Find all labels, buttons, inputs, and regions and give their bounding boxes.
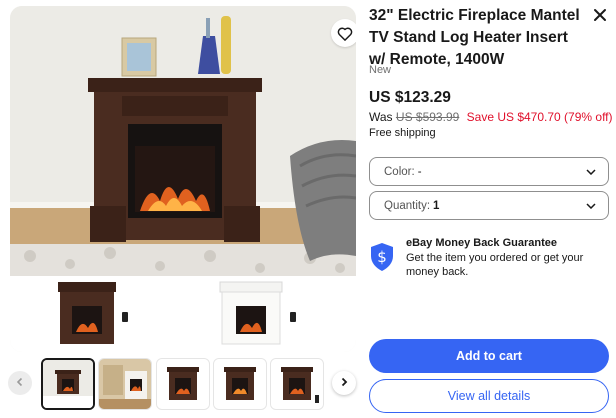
- item-condition: New: [369, 64, 392, 76]
- was-label: Was: [369, 110, 393, 124]
- thumbnail-2[interactable]: [98, 358, 152, 410]
- close-icon: [593, 8, 607, 27]
- thumbnail-image: [43, 360, 93, 408]
- next-image-button[interactable]: [332, 371, 356, 395]
- svg-text:$: $: [377, 248, 387, 266]
- view-all-details-button[interactable]: View all details: [369, 379, 609, 413]
- money-back-guarantee: $ eBay Money Back Guarantee Get the item…: [369, 236, 609, 286]
- add-to-cart-button[interactable]: Add to cart: [369, 339, 609, 373]
- chevron-down-icon: [586, 202, 596, 209]
- guarantee-title: eBay Money Back Guarantee: [406, 237, 558, 249]
- thumbnail-image: [157, 359, 209, 409]
- quantity-select-label: Quantity:: [384, 199, 431, 212]
- thumbnail-4[interactable]: [213, 358, 267, 410]
- shield-dollar-icon: $: [369, 242, 395, 277]
- wishlist-button[interactable]: [331, 19, 356, 47]
- guarantee-text: Get the item you ordered or get your mon…: [406, 252, 584, 278]
- chevron-right-icon: [339, 374, 349, 392]
- product-details-panel: 32" Electric Fireplace Mantel TV Stand L…: [369, 0, 614, 418]
- product-photo: [10, 6, 356, 352]
- quantity-select[interactable]: Quantity: 1: [369, 191, 609, 220]
- thumbnail-5[interactable]: [270, 358, 324, 410]
- original-price: US $593.99: [395, 110, 460, 124]
- color-select-label: Color:: [384, 165, 415, 178]
- thumbnail-1[interactable]: [41, 358, 95, 410]
- thumbnail-image: [99, 359, 151, 409]
- thumbnail-3[interactable]: [156, 358, 210, 410]
- thumbnail-image: [214, 359, 266, 409]
- product-title: 32" Electric Fireplace Mantel TV Stand L…: [369, 7, 580, 68]
- current-price: US $123.29: [369, 89, 451, 106]
- shipping-info: Free shipping: [369, 127, 436, 139]
- price-comparison: Was US $593.99 Save US $470.70 (79% off): [369, 110, 613, 124]
- quantity-select-value: 1: [433, 199, 440, 212]
- close-button[interactable]: [589, 6, 611, 28]
- chevron-down-icon: [586, 168, 596, 175]
- thumbnail-image: [271, 359, 323, 409]
- heart-icon: [337, 26, 353, 41]
- previous-image-button[interactable]: [8, 371, 32, 395]
- color-select[interactable]: Color: -: [369, 157, 609, 186]
- savings-text: Save US $470.70 (79% off): [466, 110, 613, 124]
- main-product-image[interactable]: [10, 6, 356, 352]
- thumbnail-carousel: [8, 358, 358, 414]
- color-select-value: -: [417, 165, 422, 178]
- chevron-left-icon: [15, 374, 25, 392]
